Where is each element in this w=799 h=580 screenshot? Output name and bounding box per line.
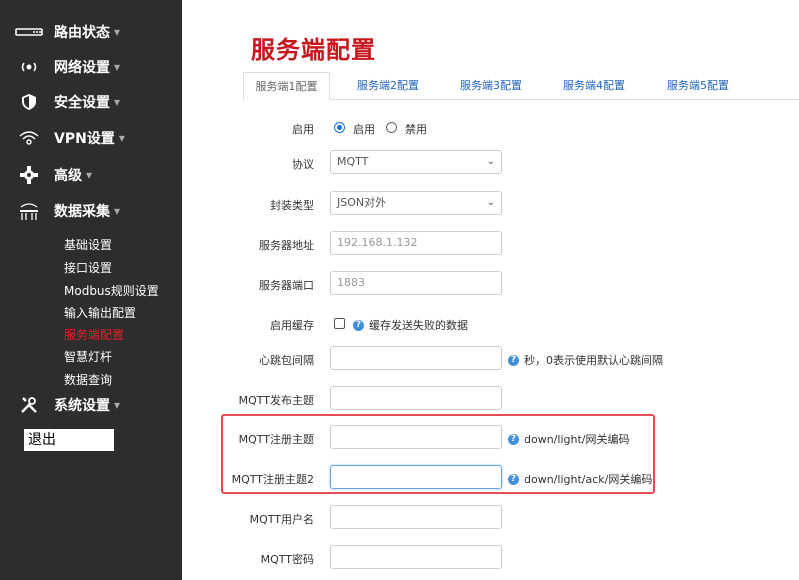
chevron-down-icon: ▾ <box>114 398 121 412</box>
sidebar-item-server-config[interactable]: 服务端配置 <box>64 327 124 343</box>
enable-radio-on[interactable] <box>334 122 345 133</box>
chevron-down-icon: ▾ <box>114 95 121 109</box>
page-title: 服务端配置 <box>251 36 376 64</box>
chevron-down-icon: ▾ <box>86 168 93 182</box>
nav-vpn[interactable]: VPN设置 ▾ <box>0 124 125 152</box>
nav-label: 路由状态 <box>54 25 110 41</box>
nav-network[interactable]: 网络设置 ▾ <box>0 53 120 81</box>
nav-label: 高级 <box>54 168 82 184</box>
pub-topic-label: MQTT发布主题 <box>238 394 314 407</box>
wifi-icon <box>12 130 46 146</box>
logout-button[interactable]: 退出 <box>24 429 114 451</box>
enable-label: 启用 <box>292 123 314 136</box>
server-address-input[interactable]: 192.168.1.132 <box>330 231 502 255</box>
sidebar-item-io[interactable]: 输入输出配置 <box>64 305 136 321</box>
tab-server-3[interactable]: 服务端3配置 <box>446 72 536 99</box>
protocol-value: MQTT <box>337 155 369 168</box>
tab-server-2[interactable]: 服务端2配置 <box>343 72 433 99</box>
shield-icon <box>12 93 46 111</box>
chevron-down-icon: ▾ <box>114 25 121 39</box>
heartbeat-help: ? 秒，0表示使用默认心跳间隔 <box>508 352 663 368</box>
help-icon: ? <box>353 319 364 331</box>
tab-server-4[interactable]: 服务端4配置 <box>549 72 639 99</box>
nav-router-status[interactable]: 路由状态 ▾ <box>0 18 120 46</box>
highlight-box <box>221 414 655 494</box>
enable-off-text: 禁用 <box>405 123 427 136</box>
heartbeat-label: 心跳包间隔 <box>259 354 314 367</box>
cache-checkbox[interactable] <box>334 318 345 329</box>
router-icon <box>12 27 46 37</box>
sidebar-item-smart-lamp[interactable]: 智慧灯杆 <box>64 349 112 365</box>
chevron-down-icon: ▾ <box>114 204 121 218</box>
chevron-down-icon: ▾ <box>118 131 125 145</box>
nav-data-collect[interactable]: 数据采集 ▾ <box>0 197 120 225</box>
nav-label: VPN设置 <box>54 131 115 147</box>
nav-system[interactable]: 系统设置 ▾ <box>0 391 120 419</box>
sidebar-item-modbus[interactable]: Modbus规则设置 <box>64 283 159 299</box>
cache-help: ? 缓存发送失败的数据 <box>353 317 468 333</box>
password-label: MQTT密码 <box>260 553 314 566</box>
enable-on-text: 启用 <box>353 123 375 136</box>
username-label: MQTT用户名 <box>249 513 314 526</box>
server-port-input[interactable]: 1883 <box>330 271 502 295</box>
cache-label: 启用缓存 <box>270 319 314 332</box>
nav-label: 系统设置 <box>54 398 110 414</box>
server-port-label: 服务器端口 <box>259 279 314 292</box>
sidebar-item-interface[interactable]: 接口设置 <box>64 260 112 276</box>
tab-server-1[interactable]: 服务端1配置 <box>243 72 330 100</box>
encap-value: JSON对外 <box>337 196 387 209</box>
sidebar-item-data-query[interactable]: 数据查询 <box>64 372 112 388</box>
tools-icon <box>12 396 46 414</box>
nav-label: 数据采集 <box>54 204 110 220</box>
protocol-select[interactable]: MQTT ⌄ <box>330 150 502 174</box>
heartbeat-input[interactable] <box>330 346 502 370</box>
encap-label: 封装类型 <box>270 199 314 212</box>
chevron-down-icon: ▾ <box>114 60 121 74</box>
nav-label: 网络设置 <box>54 60 110 76</box>
help-icon: ? <box>508 354 519 366</box>
pub-topic-input[interactable] <box>330 386 502 410</box>
tab-server-5[interactable]: 服务端5配置 <box>653 72 743 99</box>
tab-bar: 服务端1配置 服务端2配置 服务端3配置 服务端4配置 服务端5配置 <box>243 72 799 100</box>
nav-security[interactable]: 安全设置 ▾ <box>0 88 120 116</box>
server-address-label: 服务器地址 <box>259 239 314 252</box>
username-input[interactable] <box>330 505 502 529</box>
nav-advanced[interactable]: 高级 ▾ <box>0 161 92 189</box>
heartbeat-help-text: 秒，0表示使用默认心跳间隔 <box>524 354 663 367</box>
protocol-label: 协议 <box>292 158 314 171</box>
chevron-down-icon: ⌄ <box>486 156 495 167</box>
sidebar: 路由状态 ▾ 网络设置 ▾ 安全设置 ▾ VPN设置 ▾ 高级 ▾ 数据采集 ▾ <box>0 0 182 580</box>
data-collect-icon <box>12 201 46 221</box>
chevron-down-icon: ⌄ <box>486 197 495 208</box>
cache-help-text: 缓存发送失败的数据 <box>369 319 468 332</box>
encap-select[interactable]: JSON对外 ⌄ <box>330 191 502 215</box>
nav-label: 安全设置 <box>54 95 110 111</box>
gear-icon <box>12 166 46 184</box>
network-icon <box>12 60 46 74</box>
password-input[interactable] <box>330 545 502 569</box>
sidebar-item-basic[interactable]: 基础设置 <box>64 237 112 253</box>
enable-radio-off[interactable] <box>386 122 397 133</box>
